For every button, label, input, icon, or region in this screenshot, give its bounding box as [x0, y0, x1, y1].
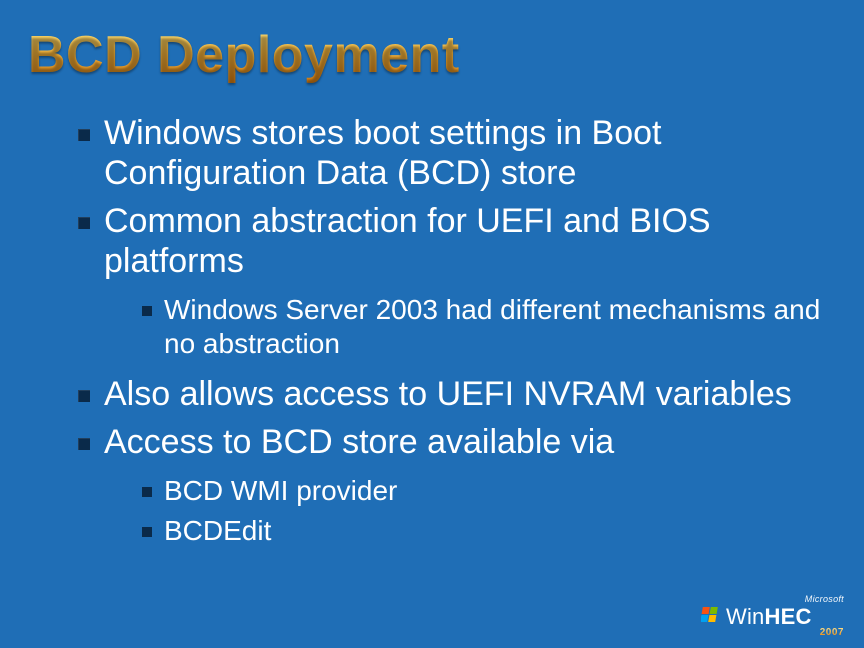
bullet-list-level1: Windows stores boot settings in Boot Con… [28, 113, 836, 548]
sub-bullet-item: Windows Server 2003 had different mechan… [142, 293, 836, 360]
slide: BCD Deployment Windows stores boot setti… [0, 0, 864, 648]
bullet-list-level2: Windows Server 2003 had different mechan… [104, 293, 836, 360]
bullet-text: BCD WMI provider [164, 475, 397, 506]
sub-bullet-item: BCDEdit [142, 514, 836, 548]
brand-text: WinHEC [726, 604, 812, 630]
bullet-text: BCDEdit [164, 515, 271, 546]
company-name: Microsoft [805, 594, 844, 604]
bullet-item: Also allows access to UEFI NVRAM variabl… [78, 374, 836, 414]
bullet-list-level2: BCD WMI provider BCDEdit [104, 474, 836, 547]
year-text: 2007 [820, 627, 844, 638]
bullet-text: Access to BCD store available via [104, 423, 614, 461]
sub-bullet-item: BCD WMI provider [142, 474, 836, 508]
brand-bold: HEC [765, 604, 812, 629]
bullet-item: Windows stores boot settings in Boot Con… [78, 113, 836, 193]
bullet-text: Common abstraction for UEFI and BIOS pla… [104, 202, 711, 280]
bullet-item: Access to BCD store available via BCD WM… [78, 422, 836, 547]
slide-title: BCD Deployment [28, 28, 836, 83]
windows-flag-icon [701, 606, 721, 629]
bullet-item: Common abstraction for UEFI and BIOS pla… [78, 201, 836, 360]
winhec-brand: WinHEC [701, 604, 812, 630]
brand-thin: Win [726, 604, 765, 629]
bullet-text: Also allows access to UEFI NVRAM variabl… [104, 375, 792, 413]
bullet-text: Windows stores boot settings in Boot Con… [104, 114, 662, 192]
bullet-text: Windows Server 2003 had different mechan… [164, 294, 820, 359]
footer-logo: Microsoft WinHEC 2007 [701, 594, 846, 638]
